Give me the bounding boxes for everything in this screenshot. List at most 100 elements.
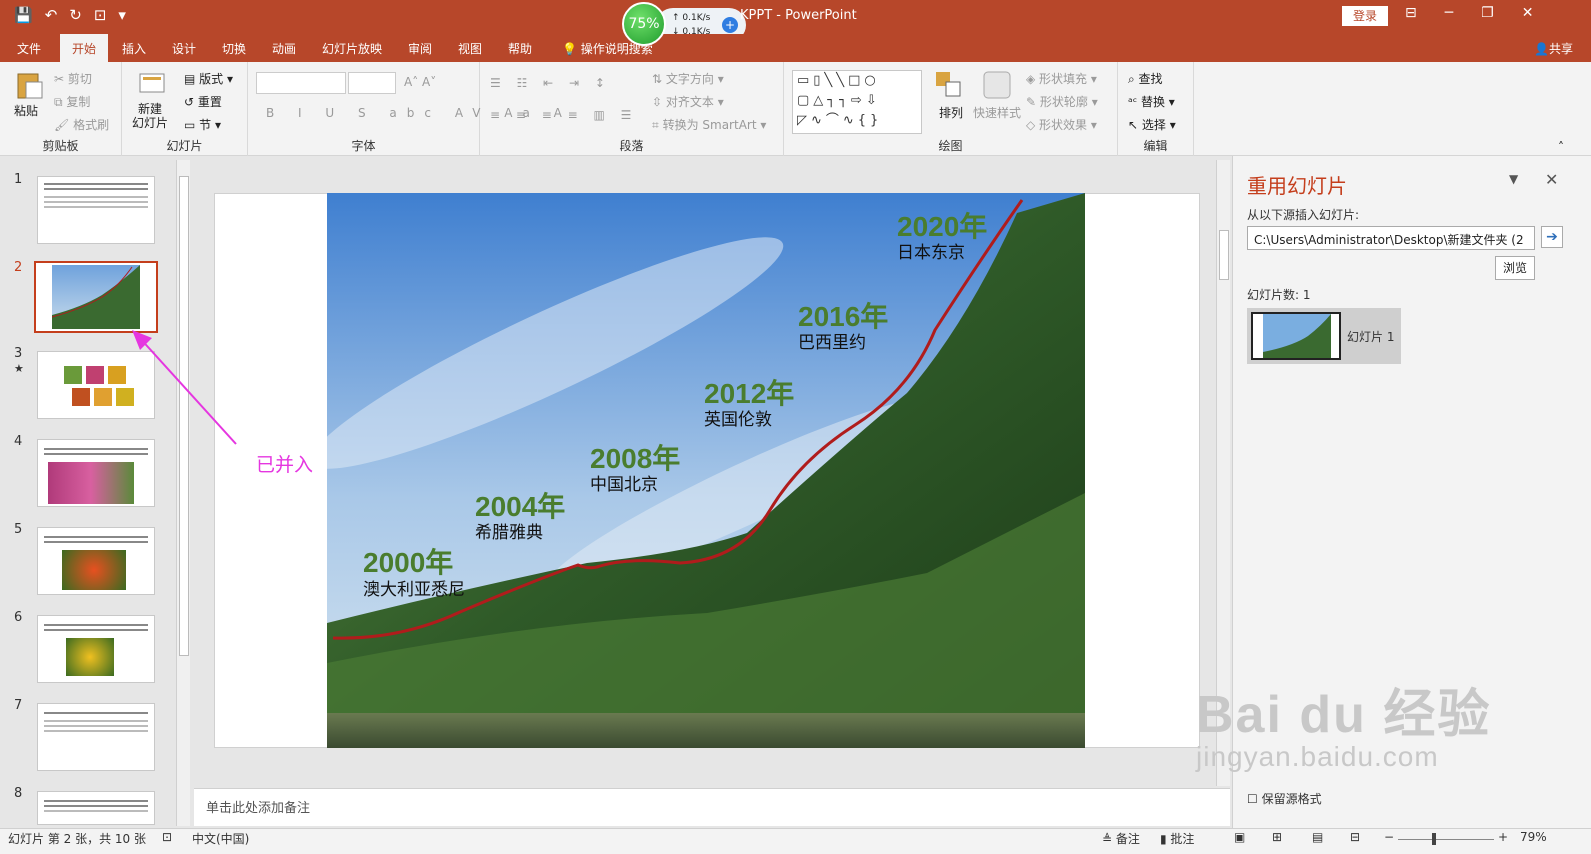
zoom-level[interactable]: 79% [1520, 830, 1547, 844]
restore-icon[interactable]: ❐ [1481, 5, 1494, 21]
tab-help[interactable]: 帮助 [508, 40, 532, 57]
zoom-out-icon[interactable]: − [1384, 830, 1394, 844]
timeline-city: 希腊雅典 [475, 523, 543, 543]
thumbnail-scrollbar[interactable] [176, 160, 190, 826]
slide-thumb-7[interactable] [37, 703, 155, 771]
canvas-scrollbar[interactable] [1216, 160, 1230, 786]
tab-insert[interactable]: 插入 [122, 40, 146, 57]
layout-button[interactable]: ▤ 版式 ▾ [184, 70, 233, 87]
quick-styles-button[interactable]: 快速样式 [973, 104, 1021, 121]
timeline-city: 日本东京 [897, 243, 965, 263]
shapes-gallery[interactable]: ▭▯╲╲□○ ▢△┐┐⇨⇩ ◸∿⌒∿{} [792, 70, 922, 134]
paste-icon[interactable] [14, 70, 44, 100]
pane-options-icon[interactable]: ▼ [1509, 172, 1518, 186]
accessibility-icon[interactable]: ⊡ [162, 830, 172, 844]
replace-button[interactable]: ᵃᶜ 替换 ▾ [1128, 93, 1175, 110]
section-button[interactable]: ▭ 节 ▾ [184, 116, 221, 133]
plus-icon[interactable]: + [722, 17, 738, 33]
browse-button[interactable]: 浏览 [1495, 256, 1535, 280]
shape-outline-button[interactable]: ✎ 形状轮廓 ▾ [1026, 93, 1098, 110]
ribbon-display-icon[interactable]: ⊟ [1405, 5, 1417, 21]
font-size-change[interactable]: A˄ A˅ [404, 75, 436, 89]
slide-thumb-5[interactable] [37, 527, 155, 595]
notes-toggle[interactable]: ≜ 备注 [1102, 830, 1140, 847]
keep-source-format-checkbox[interactable]: ☐ 保留源格式 [1247, 790, 1322, 807]
language-indicator[interactable]: 中文(中国) [192, 830, 249, 847]
collapse-ribbon-icon[interactable]: ˄ [1558, 140, 1564, 154]
comments-toggle[interactable]: ▮ 批注 [1160, 830, 1194, 847]
align-text-button[interactable]: ⇳ 对齐文本 ▾ [652, 93, 724, 110]
normal-view-icon[interactable]: ▣ [1234, 830, 1245, 844]
zoom-slider[interactable] [1398, 839, 1494, 840]
tab-slideshow[interactable]: 幻灯片放映 [322, 40, 382, 57]
reuse-slide-label: 幻灯片 1 [1347, 330, 1395, 344]
tab-transitions[interactable]: 切换 [222, 40, 246, 57]
notes-pane[interactable]: 单击此处添加备注 [194, 788, 1230, 826]
scroll-thumb[interactable] [179, 176, 189, 656]
go-arrow-icon[interactable]: ➔ [1541, 226, 1563, 248]
close-icon[interactable]: ✕ [1522, 5, 1534, 21]
zoom-slider-thumb[interactable] [1432, 833, 1436, 845]
slide-thumb-3[interactable] [37, 351, 155, 419]
slide-thumb-4[interactable] [37, 439, 155, 507]
present-icon[interactable]: ⊡ [94, 6, 107, 24]
align-buttons[interactable]: ≡ ≡ ≡ ≡ ▥ ☰ [490, 108, 637, 122]
tab-animations[interactable]: 动画 [272, 40, 296, 57]
text-direction-label: 文字方向 [665, 72, 714, 86]
smartart-button[interactable]: ⌗ 转换为 SmartArt ▾ [652, 116, 766, 133]
copy-label: 复制 [66, 95, 91, 109]
redo-icon[interactable]: ↻ [69, 6, 82, 24]
select-button[interactable]: ↖ 选择 ▾ [1128, 116, 1176, 133]
format-painter-button[interactable]: 🖌 格式刷 [54, 116, 109, 133]
font-size-box[interactable] [348, 72, 396, 94]
find-button[interactable]: ⌕ 查找 [1128, 70, 1163, 87]
list-buttons[interactable]: ☰ ☷ ⇤ ⇥ ↕ [490, 76, 611, 90]
close-icon[interactable]: ✕ [1545, 170, 1558, 189]
slideshow-view-icon[interactable]: ⊟ [1350, 830, 1360, 844]
paste-button[interactable]: 粘贴 [14, 102, 38, 119]
drawing-group-label: 绘图 [938, 139, 963, 153]
tab-design[interactable]: 设计 [172, 40, 196, 57]
arrange-button[interactable]: 排列 [939, 104, 963, 121]
undo-icon[interactable]: ↶ [45, 6, 58, 24]
shape-fill-button[interactable]: ◈ 形状填充 ▾ [1026, 70, 1097, 87]
arrange-icon[interactable] [934, 70, 964, 100]
upload-speed-value: 0.1K/s [682, 13, 711, 23]
slide-photo[interactable] [327, 193, 1085, 748]
title-bar: 💾 ↶ ↻ ⊡ ▾ 75% ↑ 0.1K/s ↓ 0.1K/s + KPPT -… [0, 0, 1591, 46]
slide-thumb-6[interactable] [37, 615, 155, 683]
customize-qat-icon[interactable]: ▾ [118, 6, 126, 24]
shape-effects-button[interactable]: ◇ 形状效果 ▾ [1026, 116, 1097, 133]
slide-thumb-1[interactable] [37, 176, 155, 244]
source-path-input[interactable]: C:\Users\Administrator\Desktop\新建文件夹 (2 [1247, 226, 1535, 250]
tab-view[interactable]: 视图 [458, 40, 482, 57]
zoom-in-icon[interactable]: + [1498, 830, 1508, 844]
text-direction-button[interactable]: ⇅ 文字方向 ▾ [652, 70, 724, 87]
save-icon[interactable]: 💾 [14, 6, 33, 24]
keep-source-format-label: 保留源格式 [1261, 792, 1322, 806]
login-button[interactable]: 登录 [1342, 6, 1388, 26]
new-slide-icon[interactable] [138, 68, 168, 98]
paragraph-group-label: 段落 [619, 139, 644, 153]
sorter-view-icon[interactable]: ⊞ [1272, 830, 1282, 844]
cut-button[interactable]: ✂ 剪切 [54, 70, 92, 87]
tab-review[interactable]: 审阅 [408, 40, 432, 57]
font-name-box[interactable] [256, 72, 346, 94]
canvas-scroll-thumb[interactable] [1219, 230, 1229, 280]
tab-file[interactable]: 文件 [17, 40, 41, 57]
reuse-slide-item[interactable]: 幻灯片 1 [1247, 308, 1401, 364]
reset-button[interactable]: ↺ 重置 [184, 93, 222, 110]
slide-thumb-8[interactable] [37, 791, 155, 825]
share-button[interactable]: 👤共享 [1534, 40, 1573, 57]
copy-button[interactable]: ⧉ 复制 [54, 93, 90, 110]
tab-home[interactable]: 开始 [60, 34, 109, 62]
new-slide-button[interactable]: 新建 幻灯片 [132, 102, 168, 130]
quick-styles-icon[interactable] [982, 70, 1012, 100]
reading-view-icon[interactable]: ▤ [1312, 830, 1323, 844]
minimize-icon[interactable]: ─ [1445, 5, 1453, 21]
find-label: 查找 [1138, 72, 1163, 86]
slide-thumb-2[interactable] [34, 261, 158, 333]
select-label: 选择 [1141, 118, 1166, 132]
layout-label: 版式 [199, 72, 224, 86]
slide-info: 幻灯片 第 2 张，共 10 张 [8, 832, 146, 846]
